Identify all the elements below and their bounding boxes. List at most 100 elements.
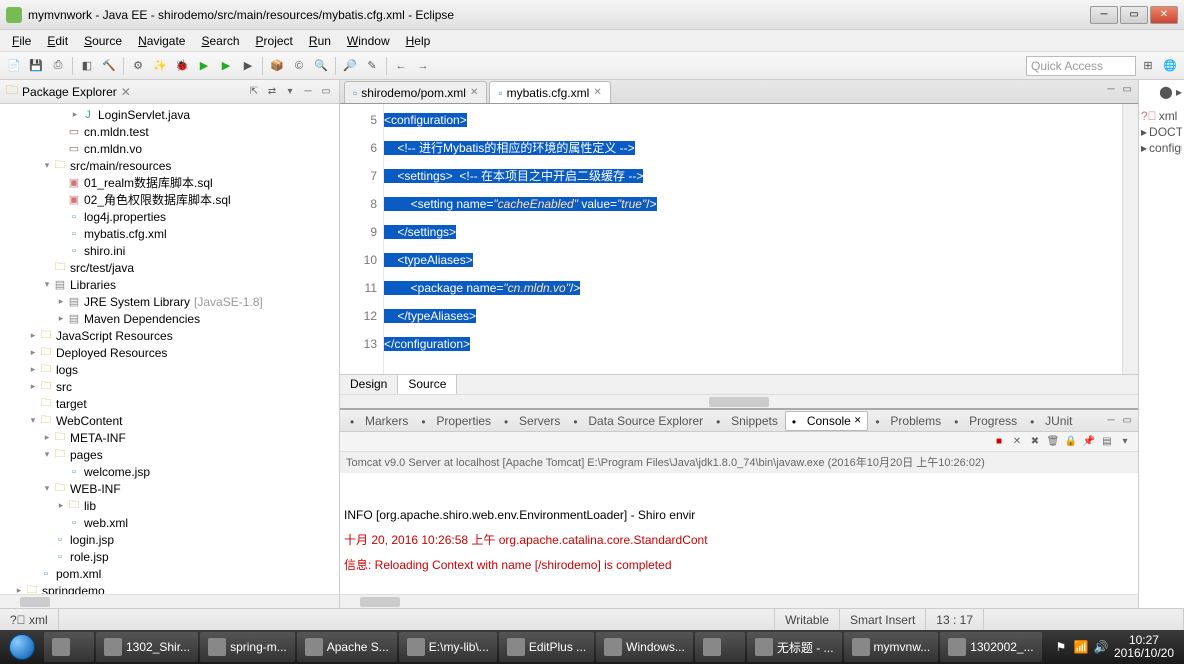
taskbar-item[interactable]: Apache S... bbox=[297, 632, 397, 662]
close-view-icon[interactable]: ✕ bbox=[121, 85, 131, 99]
tree-node[interactable]: ▸🗀Deployed Resources bbox=[0, 344, 339, 361]
console-tab-console[interactable]: •Console ✕ bbox=[785, 411, 869, 431]
menu-run[interactable]: Run bbox=[301, 32, 339, 50]
console-hscroll[interactable] bbox=[340, 594, 1138, 608]
back-icon[interactable]: ← bbox=[391, 56, 411, 76]
console-tab-problems[interactable]: •Problems bbox=[869, 412, 947, 430]
tray-sound-icon[interactable]: 🔊 bbox=[1094, 640, 1108, 654]
editor-hscroll[interactable] bbox=[340, 394, 1138, 408]
tree-node[interactable]: ▸▤Maven Dependencies bbox=[0, 310, 339, 327]
outline-toggle[interactable]: ⬤ ▸ bbox=[1141, 84, 1182, 100]
server-icon[interactable]: ⚙ bbox=[128, 56, 148, 76]
tree-node[interactable]: ▫role.jsp bbox=[0, 548, 339, 565]
minimize-button[interactable]: ─ bbox=[1090, 6, 1118, 24]
editor-tab[interactable]: ▫shirodemo/pom.xml✕ bbox=[344, 81, 487, 103]
remove-terminated-icon[interactable]: ✕ bbox=[1010, 435, 1024, 449]
system-tray[interactable]: ⚑ 📶 🔊 10:27 2016/10/20 bbox=[1054, 634, 1182, 660]
perspective-jee-icon[interactable]: 🌐 bbox=[1160, 56, 1180, 76]
pin-console-icon[interactable]: 📌 bbox=[1082, 435, 1096, 449]
taskbar-item[interactable]: spring-m... bbox=[200, 632, 295, 662]
search-icon[interactable]: 🔎 bbox=[340, 56, 360, 76]
tree-node[interactable]: ▸🗀JavaScript Resources bbox=[0, 327, 339, 344]
collapse-all-icon[interactable]: ⇱ bbox=[247, 85, 261, 99]
tree-node[interactable]: ▸🗀lib bbox=[0, 497, 339, 514]
tree-node[interactable]: ▫shiro.ini bbox=[0, 242, 339, 259]
tree-node[interactable]: ▣02_角色权限数据库脚本.sql bbox=[0, 191, 339, 208]
tree-node[interactable]: ▫welcome.jsp bbox=[0, 463, 339, 480]
menu-search[interactable]: Search bbox=[193, 32, 247, 50]
tray-flag-icon[interactable]: ⚑ bbox=[1054, 640, 1068, 654]
run2-icon[interactable]: ▶ bbox=[216, 56, 236, 76]
taskbar-item[interactable]: 1302_Shir... bbox=[96, 632, 198, 662]
minimize-view-icon[interactable]: ─ bbox=[301, 85, 315, 99]
code-body[interactable]: <configuration> <!-- 进行Mybatis的相应的环境的属性定… bbox=[384, 104, 1122, 374]
console-min-icon[interactable]: ─ bbox=[1104, 414, 1118, 428]
open-console-icon[interactable]: ▾ bbox=[1118, 435, 1132, 449]
open-type-icon[interactable]: 🔍 bbox=[311, 56, 331, 76]
tree-node[interactable]: ▫web.xml bbox=[0, 514, 339, 531]
tree-node[interactable]: ▫login.jsp bbox=[0, 531, 339, 548]
scroll-lock-icon[interactable]: 🔒 bbox=[1064, 435, 1078, 449]
tree-node[interactable]: 🗀src/test/java bbox=[0, 259, 339, 276]
menu-project[interactable]: Project bbox=[248, 32, 301, 50]
console-tab-junit[interactable]: •JUnit bbox=[1024, 412, 1078, 430]
tree-node[interactable]: ▾🗀src/main/resources bbox=[0, 157, 339, 174]
design-tab[interactable]: Design bbox=[340, 375, 398, 394]
code-editor[interactable]: 5678910111213 <configuration> <!-- 进行Myb… bbox=[340, 104, 1138, 374]
tree-node[interactable]: ▭cn.mldn.vo bbox=[0, 140, 339, 157]
tree-node[interactable]: ▾▤Libraries bbox=[0, 276, 339, 293]
tree-node[interactable]: ▫log4j.properties bbox=[0, 208, 339, 225]
taskbar-item[interactable] bbox=[44, 632, 94, 662]
tree-node[interactable]: ▫mybatis.cfg.xml bbox=[0, 225, 339, 242]
toggle-icon[interactable]: ◧ bbox=[77, 56, 97, 76]
build-icon[interactable]: 🔨 bbox=[99, 56, 119, 76]
tree-node[interactable]: ▾🗀WebContent bbox=[0, 412, 339, 429]
display-icon[interactable]: ▤ bbox=[1100, 435, 1114, 449]
taskbar-item[interactable]: Windows... bbox=[596, 632, 693, 662]
vertical-scrollbar[interactable] bbox=[1122, 104, 1138, 374]
tree-node[interactable]: ▸🗀META-INF bbox=[0, 429, 339, 446]
menu-navigate[interactable]: Navigate bbox=[130, 32, 193, 50]
console-tab-servers[interactable]: •Servers bbox=[498, 412, 566, 430]
menu-file[interactable]: File bbox=[4, 32, 39, 50]
remove-all-icon[interactable]: ✖ bbox=[1028, 435, 1042, 449]
menu-edit[interactable]: Edit bbox=[39, 32, 76, 50]
new-class-icon[interactable]: © bbox=[289, 56, 309, 76]
console-output[interactable]: INFO [org.apache.shiro.web.env.Environme… bbox=[340, 473, 1138, 594]
view-menu-icon[interactable]: ▾ bbox=[283, 85, 297, 99]
taskbar-item[interactable]: mymvnw... bbox=[844, 632, 939, 662]
tree-node[interactable]: 🗀target bbox=[0, 395, 339, 412]
tree-node[interactable]: ▸JLoginServlet.java bbox=[0, 106, 339, 123]
taskbar-item[interactable]: EditPlus ... bbox=[499, 632, 594, 662]
source-tab[interactable]: Source bbox=[398, 375, 457, 394]
console-tab-properties[interactable]: •Properties bbox=[415, 412, 497, 430]
terminate-icon[interactable]: ■ bbox=[992, 435, 1006, 449]
link-editor-icon[interactable]: ⇄ bbox=[265, 85, 279, 99]
horizontal-scrollbar[interactable] bbox=[0, 594, 339, 608]
wizard-icon[interactable]: ✨ bbox=[150, 56, 170, 76]
outline-item[interactable]: ▸ DOCTYP bbox=[1141, 124, 1182, 140]
package-tree[interactable]: ▸JLoginServlet.java▭cn.mldn.test▭cn.mldn… bbox=[0, 104, 339, 594]
tree-node[interactable]: ▸🗀src bbox=[0, 378, 339, 395]
editor-max-icon[interactable]: ▭ bbox=[1120, 82, 1134, 96]
menu-source[interactable]: Source bbox=[76, 32, 130, 50]
tray-network-icon[interactable]: 📶 bbox=[1074, 640, 1088, 654]
taskbar-item[interactable]: 无标题 - ... bbox=[747, 632, 842, 662]
editor-tab[interactable]: ▫mybatis.cfg.xml✕ bbox=[489, 81, 610, 103]
taskbar-item[interactable] bbox=[695, 632, 745, 662]
quick-access-input[interactable]: Quick Access bbox=[1026, 56, 1136, 76]
console-tab-markers[interactable]: •Markers bbox=[344, 412, 414, 430]
tree-node[interactable]: ▸🗀logs bbox=[0, 361, 339, 378]
run-icon[interactable]: ▶ bbox=[194, 56, 214, 76]
clear-console-icon[interactable]: 🗑 bbox=[1046, 435, 1060, 449]
tree-node[interactable]: ▸▤JRE System Library[JavaSE-1.8] bbox=[0, 293, 339, 310]
tree-node[interactable]: ▫pom.xml bbox=[0, 565, 339, 582]
save-icon[interactable]: 💾 bbox=[26, 56, 46, 76]
tree-node[interactable]: ▸🗀springdemo bbox=[0, 582, 339, 594]
start-button[interactable] bbox=[2, 632, 42, 662]
editor-min-icon[interactable]: ─ bbox=[1104, 82, 1118, 96]
outline-item[interactable]: ?⃝xml bbox=[1141, 108, 1182, 124]
coverage-icon[interactable]: ▶ bbox=[238, 56, 258, 76]
maximize-button[interactable]: ▭ bbox=[1120, 6, 1148, 24]
debug-icon[interactable]: 🐞 bbox=[172, 56, 192, 76]
